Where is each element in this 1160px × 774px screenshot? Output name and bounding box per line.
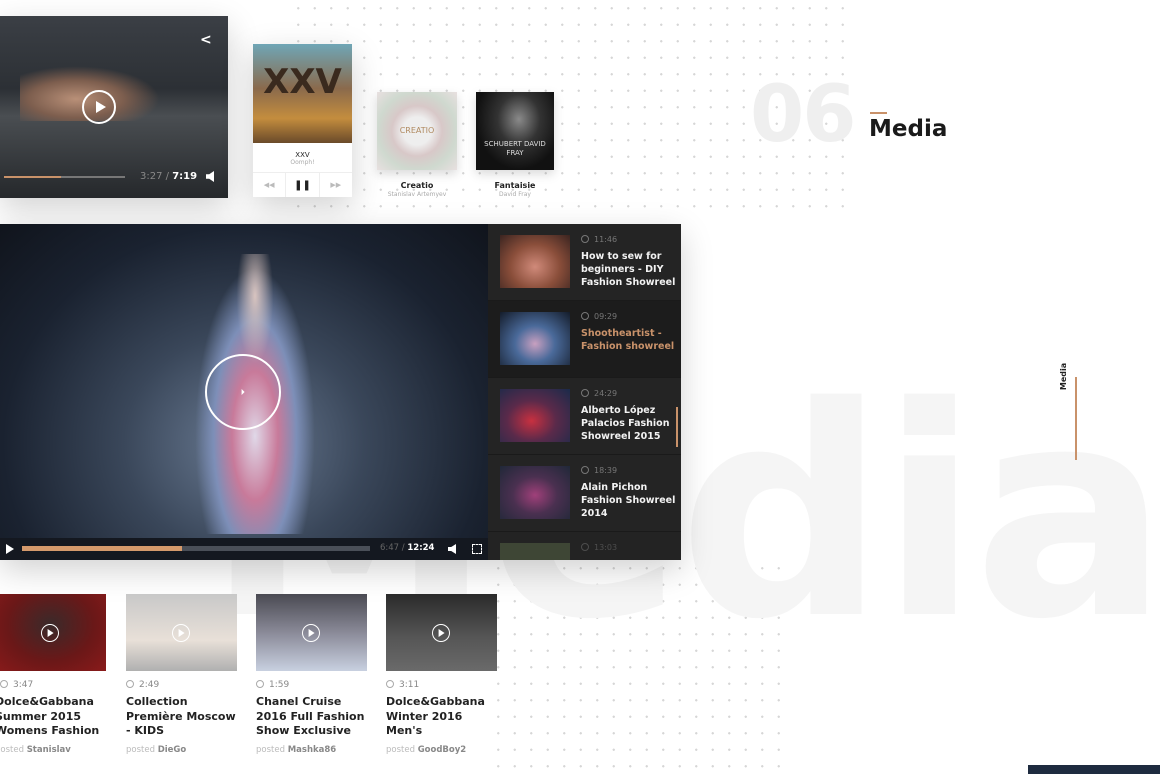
album-title: Creatio	[400, 181, 434, 190]
player-controls: ◀◀ ❚❚ ▶▶	[253, 172, 352, 197]
album-title: Fantaisie	[494, 181, 536, 190]
accent-line	[870, 112, 887, 114]
playlist-scrollbar[interactable]	[676, 407, 678, 447]
play-button[interactable]	[41, 624, 59, 642]
author-link[interactable]: Stanislav	[27, 745, 71, 755]
volume-icon[interactable]	[448, 544, 456, 554]
thumbnail	[500, 543, 570, 560]
video-card[interactable]: 1:59 Chanel Cruise 2016 Full Fashion Sho…	[256, 594, 367, 755]
pause-button[interactable]: ❚❚	[285, 173, 320, 197]
total-time: 12:24	[407, 543, 435, 553]
album-cover: SCHUBERT DAVID FRAY	[476, 92, 554, 170]
playlist-item[interactable]: 18:39 Alain Pichon Fashion Showreel 2014	[488, 455, 681, 532]
separator: /	[401, 543, 405, 553]
separator: /	[165, 171, 170, 182]
video-title: Dolce&Gabbana Winter 2016 Men's	[386, 695, 485, 737]
thumbnail	[386, 594, 497, 671]
duration: 1:59	[256, 680, 367, 690]
time-display: 3:27 / 7:19	[140, 171, 197, 182]
album-card[interactable]: CREATIO Creatio Stanislav Artemyev	[377, 92, 457, 198]
album-artist: David Fray	[499, 191, 531, 198]
thumbnail	[500, 235, 570, 288]
video-card[interactable]: 3:47 Dolce&Gabbana Summer 2015 Womens Fa…	[0, 594, 106, 755]
time-display: 6:47 / 12:24	[380, 543, 434, 553]
track-title: XXV	[295, 151, 310, 159]
play-icon[interactable]	[6, 544, 14, 554]
thumbnail	[0, 594, 106, 671]
duration: 13:03	[581, 543, 617, 552]
duration: 3:47	[0, 680, 106, 690]
album-cover: CREATIO	[377, 92, 457, 170]
author-link[interactable]: DieGo	[158, 745, 187, 755]
posted-by: posted Stanislav	[0, 745, 71, 755]
play-button[interactable]	[82, 90, 116, 124]
duration: 09:29	[581, 312, 617, 321]
duration: 24:29	[581, 389, 617, 398]
album-card[interactable]: SCHUBERT DAVID FRAY Fantaisie David Fray	[476, 92, 554, 198]
main-video-player: 6:47 / 12:24 11:46 How to sew for beginn…	[0, 224, 681, 560]
playlist-item-active[interactable]: 09:29 Shootheartist - Fashion showreel	[488, 301, 681, 378]
play-button[interactable]	[432, 624, 450, 642]
video-controls: 6:47 / 12:24	[0, 538, 488, 560]
music-player-card: XXV XXV Oomph! ◀◀ ❚❚ ▶▶	[253, 44, 352, 197]
duration: 11:46	[581, 235, 617, 244]
track-artist: Oomph!	[290, 159, 315, 166]
title: Alberto López Palacios Fashion Showreel …	[581, 405, 670, 442]
video-title: Chanel Cruise 2016 Full Fashion Show Exc…	[256, 695, 365, 737]
video-frame[interactable]	[0, 224, 488, 538]
share-icon[interactable]: <	[200, 32, 212, 48]
side-label: Media	[1059, 362, 1069, 391]
author-link[interactable]: GoodBoy2	[418, 745, 467, 755]
play-button[interactable]	[172, 624, 190, 642]
thumbnail	[500, 389, 570, 442]
section-number: 06	[750, 70, 857, 160]
playlist-item[interactable]: 11:46 How to sew for beginners - DIY Fas…	[488, 224, 681, 301]
title: Alain Pichon Fashion Showreel 2014	[581, 482, 676, 519]
posted-by: posted DieGo	[126, 745, 187, 755]
side-accent-line	[1075, 377, 1077, 460]
progress-fill	[22, 546, 183, 551]
footer-block	[1028, 765, 1160, 774]
thumbnail	[256, 594, 367, 671]
progress-bar[interactable]	[4, 176, 125, 178]
title: Shootheartist - Fashion showreel	[581, 328, 675, 352]
current-time: 3:27	[140, 171, 163, 182]
playlist-item[interactable]: 24:29 Alberto López Palacios Fashion Sho…	[488, 378, 681, 455]
volume-icon[interactable]	[206, 171, 214, 182]
page-title: Media	[869, 116, 948, 142]
playlist-item[interactable]: 13:03	[488, 532, 681, 560]
previous-button[interactable]: ◀◀	[253, 173, 285, 197]
duration: 2:49	[126, 680, 237, 690]
video-card[interactable]: 2:49 Collection Première Moscow - KIDS p…	[126, 594, 237, 755]
album-cover: XXV	[253, 44, 352, 143]
posted-by: posted Mashka86	[256, 745, 337, 755]
thumbnail	[500, 466, 570, 519]
author-link[interactable]: Mashka86	[288, 745, 337, 755]
video-card[interactable]: 3:11 Dolce&Gabbana Winter 2016 Men's pos…	[386, 594, 497, 755]
next-button[interactable]: ▶▶	[320, 173, 352, 197]
duration: 3:11	[386, 680, 497, 690]
small-video-player[interactable]: < 3:27 / 7:19	[0, 16, 228, 198]
play-button[interactable]	[302, 624, 320, 642]
thumbnail	[126, 594, 237, 671]
album-artist: Stanislav Artemyev	[387, 191, 447, 198]
title: How to sew for beginners - DIY Fashion S…	[581, 251, 676, 288]
progress-bar[interactable]	[22, 546, 370, 551]
video-title: Collection Première Moscow - KIDS	[126, 695, 236, 737]
play-button[interactable]	[205, 354, 281, 430]
thumbnail	[500, 312, 570, 365]
fullscreen-icon[interactable]	[472, 544, 482, 554]
total-time: 7:19	[172, 171, 198, 182]
playlist: 11:46 How to sew for beginners - DIY Fas…	[488, 224, 681, 560]
duration: 18:39	[581, 466, 617, 475]
current-time: 6:47	[380, 543, 400, 553]
posted-by: posted GoodBoy2	[386, 745, 467, 755]
video-title: Dolce&Gabbana Summer 2015 Womens Fashion	[0, 695, 100, 737]
